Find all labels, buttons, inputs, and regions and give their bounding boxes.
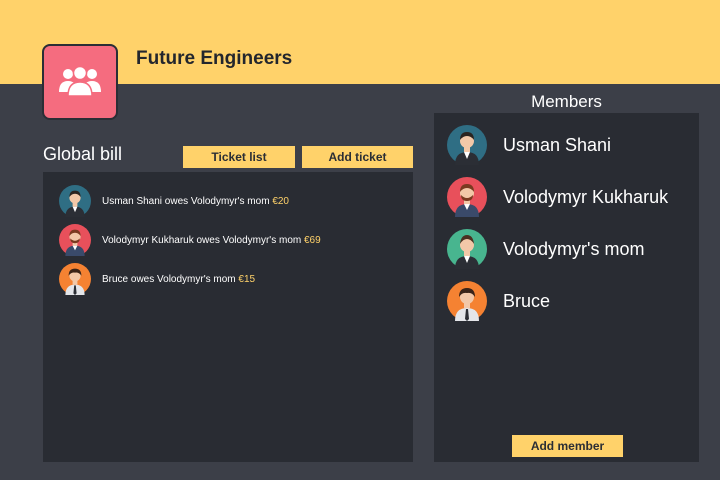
bill-entry[interactable]: Volodymyr Kukharuk owes Volodymyr's mom …: [59, 224, 321, 256]
add-ticket-button[interactable]: Add ticket: [302, 146, 413, 168]
bill-entry-text: Usman Shani owes Volodymyr's mom €20: [102, 195, 289, 207]
group-icon: [59, 65, 101, 97]
ticket-list-button[interactable]: Ticket list: [183, 146, 295, 168]
member-item[interactable]: Bruce: [447, 281, 550, 321]
add-member-button[interactable]: Add member: [512, 435, 623, 457]
group-title: Future Engineers: [136, 48, 293, 69]
member-item[interactable]: Volodymyr's mom: [447, 229, 644, 269]
global-bill-panel: Usman Shani owes Volodymyr's mom €20 Vol…: [43, 172, 413, 462]
avatar-icon: [447, 125, 487, 165]
bill-entry-text: Volodymyr Kukharuk owes Volodymyr's mom …: [102, 234, 321, 246]
bill-entry[interactable]: Usman Shani owes Volodymyr's mom €20: [59, 185, 289, 217]
member-item[interactable]: Usman Shani: [447, 125, 611, 165]
member-name: Volodymyr's mom: [503, 238, 645, 259]
member-name: Usman Shani: [503, 134, 612, 155]
group-logo[interactable]: [42, 44, 118, 120]
avatar-icon: [59, 224, 91, 256]
member-name: Bruce: [503, 290, 551, 311]
member-name: Volodymyr Kukharuk: [503, 186, 669, 207]
member-item[interactable]: Volodymyr Kukharuk: [447, 177, 668, 217]
bill-amount: €69: [304, 234, 321, 246]
members-panel: Usman Shani Volodymyr Kukharuk Volodymyr…: [434, 113, 699, 462]
bill-amount: €15: [238, 273, 256, 285]
bill-entry-text: Bruce owes Volodymyr's mom €15: [102, 273, 256, 285]
global-bill-title: Global bill: [43, 144, 123, 164]
bill-amount: €20: [272, 195, 289, 207]
avatar-icon: [59, 263, 91, 295]
avatar-icon: [447, 177, 487, 217]
avatar-icon: [447, 229, 487, 269]
avatar-icon: [447, 281, 487, 321]
avatar-icon: [59, 185, 91, 217]
bill-entry[interactable]: Bruce owes Volodymyr's mom €15: [59, 263, 255, 295]
members-title: Members: [531, 92, 602, 111]
